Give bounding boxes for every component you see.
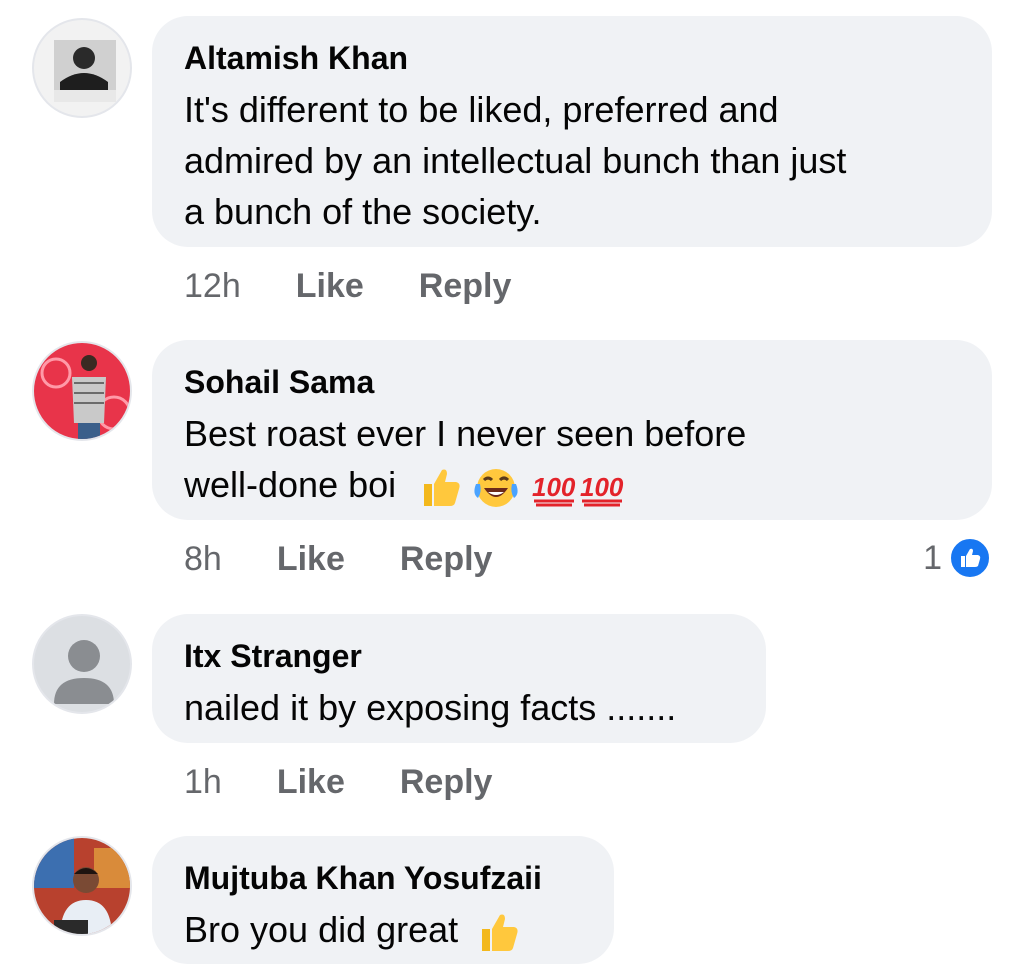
- comment-bubble: Mujtuba Khan Yosufzaii Bro you did great: [152, 836, 614, 964]
- reaction-count: 1: [923, 538, 942, 577]
- default-user-icon: [54, 640, 114, 704]
- comment-text: Bro you did great: [184, 909, 459, 950]
- hundred-points-icon: 100 100: [532, 472, 624, 507]
- tears-of-joy-icon: [474, 469, 518, 508]
- comment-text-line: well-done boi 100 100: [184, 459, 962, 510]
- comment-bubble: Sohail Sama Best roast ever I never seen…: [152, 340, 992, 520]
- reply-button[interactable]: Reply: [400, 539, 493, 579]
- comment-actions: 1h Like Reply: [184, 762, 492, 802]
- like-button[interactable]: Like: [277, 762, 345, 802]
- thumbs-up-icon: [424, 469, 460, 507]
- reaction-summary[interactable]: 1: [923, 536, 992, 580]
- comment-text: a bunch of the society.: [184, 191, 542, 232]
- avatar[interactable]: [32, 341, 132, 441]
- avatar-photo-icon: [54, 40, 116, 102]
- comment-author[interactable]: Altamish Khan: [184, 38, 962, 78]
- thumbs-up-icon: [961, 548, 981, 567]
- svg-text:100: 100: [532, 472, 576, 502]
- comment-author[interactable]: Itx Stranger: [184, 636, 736, 676]
- comment-text: It's different to be liked, preferred an…: [184, 89, 779, 130]
- avatar[interactable]: [32, 836, 132, 936]
- avatar[interactable]: [32, 614, 132, 714]
- thumbs-up-icon: [482, 914, 518, 952]
- comment-author[interactable]: Sohail Sama: [184, 362, 962, 402]
- like-button[interactable]: Like: [296, 266, 364, 306]
- avatar-photo-icon: [40, 355, 130, 439]
- reply-button[interactable]: Reply: [400, 762, 493, 802]
- comment-actions: 8h Like Reply: [184, 539, 492, 579]
- svg-text:100: 100: [580, 472, 624, 502]
- comment-time[interactable]: 12h: [184, 266, 241, 306]
- comment-text: well-done boi: [184, 464, 397, 505]
- reply-button[interactable]: Reply: [419, 266, 512, 306]
- comment-author[interactable]: Mujtuba Khan Yosufzaii: [184, 858, 584, 898]
- comment-time[interactable]: 8h: [184, 539, 222, 579]
- comment-time[interactable]: 1h: [184, 762, 222, 802]
- avatar[interactable]: [32, 18, 132, 118]
- avatar-photo-icon: [34, 838, 130, 934]
- like-reaction-icon: [948, 536, 992, 580]
- comment-text-line: Bro you did great: [184, 904, 584, 955]
- comment-text: nailed it by exposing facts .......: [184, 687, 677, 728]
- comment-bubble: Altamish Khan It's different to be liked…: [152, 16, 992, 247]
- comment-actions: 12h Like Reply: [184, 266, 511, 306]
- comment-text: Best roast ever I never seen before: [184, 413, 747, 454]
- like-button[interactable]: Like: [277, 539, 345, 579]
- comment-bubble: Itx Stranger nailed it by exposing facts…: [152, 614, 766, 743]
- comment-text: admired by an intellectual bunch than ju…: [184, 140, 847, 181]
